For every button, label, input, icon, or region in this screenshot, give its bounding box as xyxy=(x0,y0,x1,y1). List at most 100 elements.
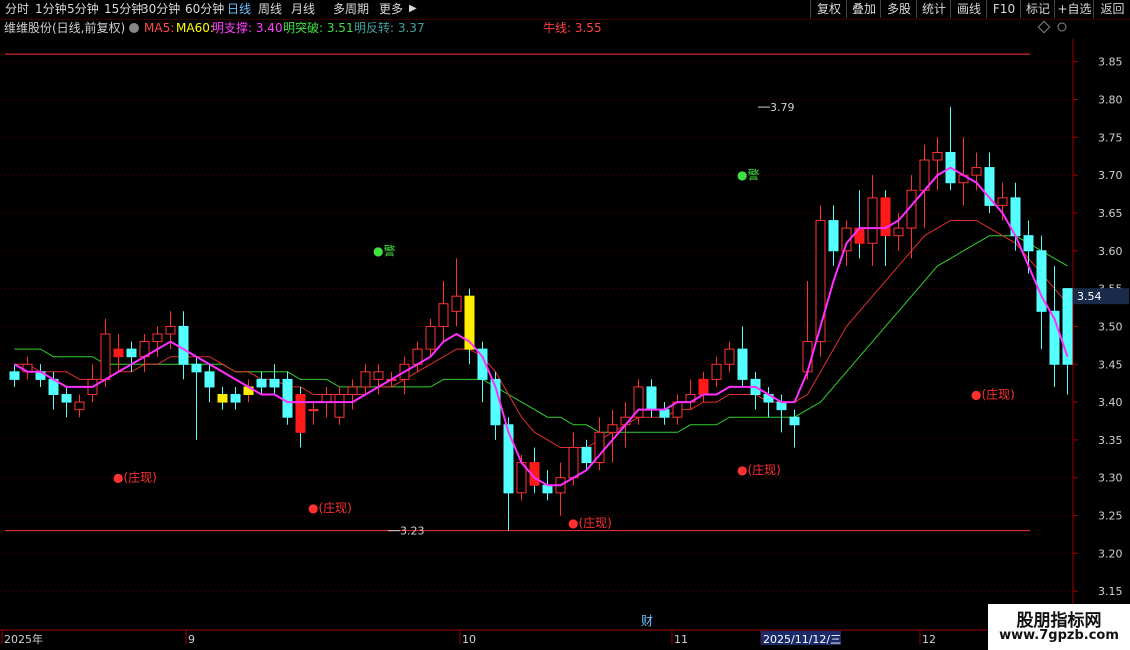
diamond-icon xyxy=(1037,20,1051,34)
candle xyxy=(867,175,878,266)
candle xyxy=(334,386,345,425)
toolbar-right-1-button[interactable]: 叠加 xyxy=(846,0,881,18)
period-toolbar: 分时 1分钟 5分钟 15分钟 30分钟 60分钟 日线 周线 月线 多周期 更多 ▶ 复权 叠加 多股 统计… xyxy=(0,0,1130,20)
niu-line-label: 牛线: 3.55 xyxy=(543,20,602,35)
toolbar-right-2-button[interactable]: 多股 xyxy=(880,0,917,18)
candle-body xyxy=(113,348,124,358)
period-4-button[interactable]: 30分钟 xyxy=(141,1,180,17)
y-tick-label: 3.65 xyxy=(1098,207,1123,220)
toolbar-right-8-button[interactable]: 返回 xyxy=(1093,0,1130,18)
candle xyxy=(945,107,956,191)
jing-mark: ●警 xyxy=(737,167,759,182)
candle xyxy=(191,356,202,440)
candle-body xyxy=(828,220,839,252)
candle-body xyxy=(425,325,436,350)
candle-body xyxy=(971,167,982,176)
y-tick-label: 3.70 xyxy=(1098,169,1123,182)
candle xyxy=(594,417,605,471)
x-tick-label: 10 xyxy=(462,633,476,646)
period-0-button[interactable]: 分时 xyxy=(5,1,29,17)
candle xyxy=(854,190,865,259)
candle-body xyxy=(321,394,332,403)
candle xyxy=(178,311,189,380)
candle-body xyxy=(373,371,384,380)
candle xyxy=(282,371,293,425)
zhuang-mark: ●(庄现) xyxy=(971,387,1015,402)
indicator-4: 明反转: 3.37 xyxy=(354,20,425,35)
y-tick-label: 3.75 xyxy=(1098,131,1123,144)
candle xyxy=(477,341,488,403)
candle-body xyxy=(165,325,176,335)
candle-body xyxy=(1062,288,1073,365)
period-3-button[interactable]: 15分钟 xyxy=(104,1,143,17)
candle xyxy=(269,364,280,395)
candle xyxy=(451,258,462,327)
toolbar-right-7-button[interactable]: +自选 xyxy=(1054,0,1094,18)
candle xyxy=(932,137,943,191)
candle xyxy=(412,341,423,372)
candle xyxy=(87,364,98,403)
candle-body xyxy=(581,446,592,464)
candle-body xyxy=(646,386,657,411)
period-1-button[interactable]: 1分钟 xyxy=(35,1,67,17)
toolbar-right-6-button[interactable]: 标记 xyxy=(1020,0,1055,18)
period-9-button[interactable]: 多周期 xyxy=(333,1,369,17)
stock-title: 维维股份(日线,前复权) xyxy=(4,20,125,35)
jing-mark: ●警 xyxy=(373,243,395,258)
candle-body xyxy=(789,416,800,426)
candle xyxy=(958,137,969,206)
more-arrow-icon: ▶ xyxy=(409,3,417,14)
candle-body xyxy=(503,424,514,494)
candle-body xyxy=(711,363,722,380)
candle xyxy=(724,341,735,372)
candle xyxy=(438,281,449,342)
period-6-button[interactable]: 日线 xyxy=(227,1,251,17)
candle-body xyxy=(230,394,241,403)
candle xyxy=(61,386,72,418)
toolbar-right-3-button[interactable]: 统计 xyxy=(916,0,951,18)
candle xyxy=(347,379,358,410)
y-tick-label: 3.20 xyxy=(1098,547,1123,560)
candle-body xyxy=(9,371,20,380)
toolbar-right-5-button[interactable]: F10 xyxy=(986,0,1021,18)
candle xyxy=(113,334,124,372)
toolbar-right-0-button[interactable]: 复权 xyxy=(810,0,847,18)
candle-body xyxy=(100,333,111,380)
period-7-button[interactable]: 周线 xyxy=(258,1,282,17)
candle xyxy=(464,288,475,365)
candle xyxy=(971,152,982,191)
period-2-button[interactable]: 5分钟 xyxy=(67,1,99,17)
candle xyxy=(893,212,904,251)
y-tick-label: 3.60 xyxy=(1098,245,1123,258)
candle-body xyxy=(802,341,813,373)
x-tick-label: 11 xyxy=(674,633,688,646)
candle-body xyxy=(607,424,618,433)
candle xyxy=(152,326,163,357)
candle xyxy=(633,379,644,425)
candle xyxy=(828,205,839,266)
candle xyxy=(529,447,540,493)
candle-body xyxy=(360,371,371,388)
candle-body xyxy=(932,151,943,161)
candle-body xyxy=(776,401,787,411)
candle xyxy=(737,326,748,387)
period-10-button[interactable]: 更多 xyxy=(379,1,403,17)
candle xyxy=(9,364,20,387)
candle-body xyxy=(61,394,72,403)
candle-body xyxy=(542,484,553,494)
toolbar-right-4-button[interactable]: 画线 xyxy=(950,0,987,18)
y-tick-label: 3.50 xyxy=(1098,320,1123,333)
candle-body xyxy=(178,325,189,365)
candle xyxy=(711,356,722,387)
period-5-button[interactable]: 60分钟 xyxy=(185,1,224,17)
candle-body xyxy=(659,409,670,418)
candle-body xyxy=(1023,235,1034,252)
kline-chart[interactable]: 维维股份(日线,前复权) MA5: MA60:明支撑: 3.40 明突破: 3.51 明… xyxy=(0,19,1130,650)
candle xyxy=(1036,235,1047,350)
y-tick-label: 3.80 xyxy=(1098,94,1123,107)
y-tick-label: 3.35 xyxy=(1098,434,1123,447)
settings-icon xyxy=(129,23,139,33)
candle xyxy=(672,394,683,425)
period-8-button[interactable]: 月线 xyxy=(291,1,315,17)
candle-body xyxy=(269,378,280,388)
